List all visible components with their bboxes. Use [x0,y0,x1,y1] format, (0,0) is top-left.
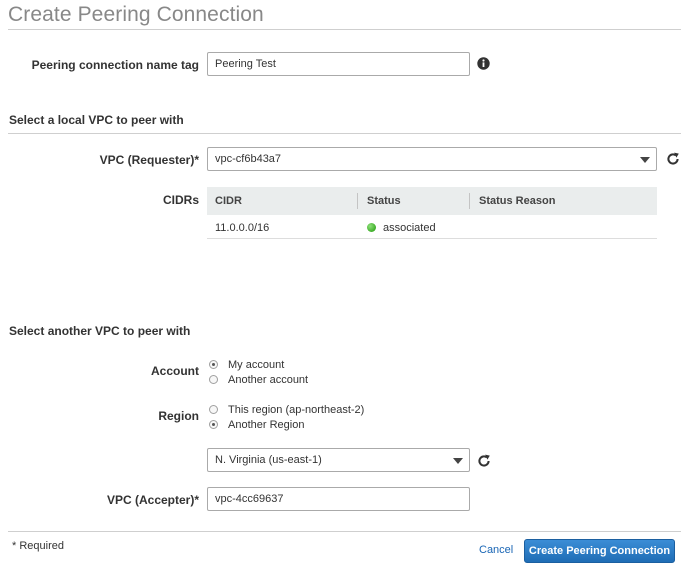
name-tag-input[interactable] [207,52,470,76]
vpc-requester-value: vpc-cf6b43a7 [215,153,282,165]
column-header-status-reason[interactable]: Status Reason [479,195,555,207]
local-section-divider [8,133,681,134]
column-header-cidr[interactable]: CIDR [215,195,242,207]
cidr-cell: 11.0.0.0/16 [215,222,270,234]
status-ok-icon [367,223,376,232]
status-cell: associated [383,222,436,234]
table-row: 11.0.0.0/16 associated [207,215,657,239]
table-bottom-border [207,238,657,239]
chevron-down-icon [453,458,463,464]
account-radio-group: My account Another account [209,359,409,389]
radio-my-account[interactable] [209,360,218,369]
info-icon[interactable] [477,57,490,70]
region-radio-group: This region (ap-northeast-2) Another Reg… [209,404,429,434]
create-peering-connection-page: Create Peering Connection Peering connec… [0,0,681,564]
vpc-accepter-label: VPC (Accepter)* [106,493,199,507]
radio-another-region-label[interactable]: Another Region [228,419,304,431]
refresh-icon[interactable] [477,454,491,468]
cidrs-table: CIDR Status Status Reason 11.0.0.0/16 as… [207,187,657,239]
region-select-value: N. Virginia (us-east-1) [215,454,322,466]
footer-divider [8,531,681,532]
required-note: * Required [12,540,64,552]
cidrs-label: CIDRs [162,193,199,207]
page-title: Create Peering Connection [8,3,264,26]
refresh-icon[interactable] [666,152,680,166]
vpc-accepter-input[interactable] [207,487,470,511]
vpc-requester-label: VPC (Requester)* [99,153,199,167]
local-vpc-section-title: Select a local VPC to peer with [9,113,184,127]
title-divider [8,29,681,30]
another-vpc-section-title: Select another VPC to peer with [9,324,191,338]
radio-another-region[interactable] [209,420,218,429]
radio-another-account[interactable] [209,375,218,384]
create-peering-connection-button[interactable]: Create Peering Connection [524,539,675,563]
radio-this-region[interactable] [209,405,218,414]
account-label: Account [151,364,199,378]
column-header-status[interactable]: Status [367,195,401,207]
column-separator [469,193,470,209]
radio-another-account-label[interactable]: Another account [228,374,308,386]
cancel-button[interactable]: Cancel [479,544,513,556]
region-select[interactable]: N. Virginia (us-east-1) [207,448,470,472]
column-separator [357,193,358,209]
cidrs-table-header [207,187,657,215]
region-label: Region [158,409,199,423]
radio-this-region-label[interactable]: This region (ap-northeast-2) [228,404,364,416]
name-tag-label: Peering connection name tag [31,58,199,72]
chevron-down-icon [640,157,650,163]
radio-my-account-label[interactable]: My account [228,359,284,371]
vpc-requester-select[interactable]: vpc-cf6b43a7 [207,147,657,171]
